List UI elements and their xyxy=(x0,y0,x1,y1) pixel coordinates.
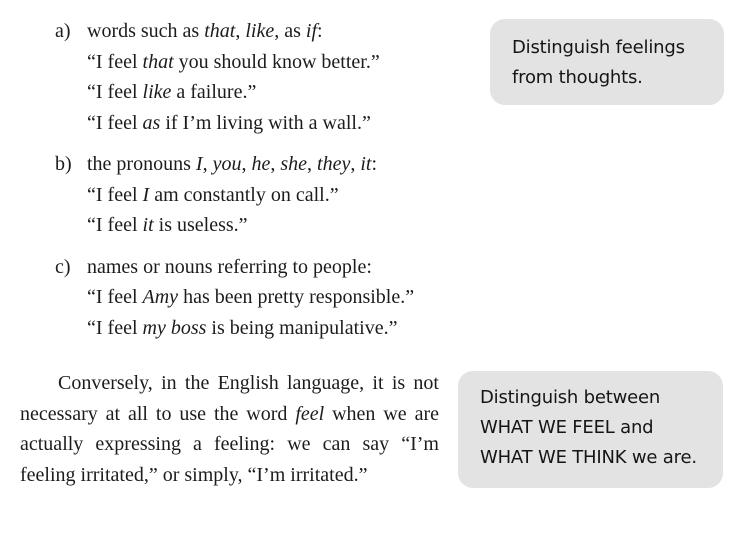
text-run: like xyxy=(142,81,172,103)
list-item-c: c) names or nouns referring to people: “… xyxy=(55,252,495,344)
text-run: , xyxy=(235,20,246,42)
margin-note: Distinguish feelings from thoughts. xyxy=(490,19,724,105)
text-run: I xyxy=(195,153,203,175)
margin-note-line: WHAT WE FEEL and xyxy=(480,417,654,438)
text-run: “I feel xyxy=(87,286,143,308)
text-run: “I feel xyxy=(87,214,143,236)
text-run: if xyxy=(305,20,318,42)
list-item-b: b) the pronouns I, you, he, she, they, i… xyxy=(55,149,495,241)
text-run: if I’m living with a wall.” xyxy=(160,111,371,134)
list-marker: b) xyxy=(55,153,72,175)
text-run: my boss xyxy=(142,316,207,339)
text-run: Amy xyxy=(142,286,179,308)
text-run: feel xyxy=(295,402,325,425)
text-run: that xyxy=(204,20,236,42)
text-run: : xyxy=(317,20,323,42)
text-run: is being manipulative.” xyxy=(206,316,398,339)
text-run: , xyxy=(307,153,318,175)
list-item-lead: words such as that, like, as if: xyxy=(87,16,495,47)
text-run: she xyxy=(280,153,308,175)
list-item-a: a) words such as that, like, as if: “I f… xyxy=(55,16,495,138)
text-run: “I feel xyxy=(87,81,143,103)
list-marker: a) xyxy=(55,20,71,42)
margin-note-line: from thoughts. xyxy=(512,67,643,88)
list-marker: c) xyxy=(55,255,71,278)
example-quote: “I feel as if I’m living with a wall.” xyxy=(87,108,495,139)
text-run: “I feel xyxy=(87,183,143,206)
example-quote: “I feel Amy has been pretty responsible.… xyxy=(87,282,495,313)
margin-note-line: WHAT WE THINK we are. xyxy=(480,447,697,468)
list-item-lead: the pronouns I, you, he, she, they, it: xyxy=(87,149,495,180)
margin-note-line: Distinguish between xyxy=(480,387,661,408)
text-run: , xyxy=(270,153,281,175)
list-item-lead: names or nouns referring to people: xyxy=(87,255,372,278)
text-run: as xyxy=(142,111,161,134)
example-quote: “I feel that you should know better.” xyxy=(87,47,495,78)
body-paragraph: Conversely, in the English language, it … xyxy=(20,368,439,490)
example-quote: “I feel I am constantly on call.” xyxy=(87,180,495,211)
text-run: you should know better.” xyxy=(173,50,380,73)
text-run: , xyxy=(202,153,213,175)
text-run: that xyxy=(142,50,174,73)
text-run: “I feel xyxy=(87,316,143,339)
text-run: like xyxy=(245,20,275,42)
text-run: “I feel xyxy=(87,50,143,73)
text-run: “I feel xyxy=(87,111,143,134)
text-run: words such as xyxy=(87,20,205,42)
text-run: it xyxy=(360,153,372,175)
margin-note: Distinguish between WHAT WE FEEL and WHA… xyxy=(458,371,723,488)
text-run: it xyxy=(142,214,154,236)
text-run: , xyxy=(241,153,252,175)
text-run: the pronouns xyxy=(87,153,196,175)
text-run: : xyxy=(371,153,378,175)
text-run: is useless.” xyxy=(153,214,248,236)
example-quote: “I feel like a failure.” xyxy=(87,77,495,108)
text-run: , xyxy=(350,153,361,175)
example-quote: “I feel it is useless.” xyxy=(87,210,495,241)
text-run: am constantly on call.” xyxy=(149,183,339,206)
text-run: you xyxy=(212,153,242,175)
text-run: they xyxy=(317,153,351,175)
text-run: a failure.” xyxy=(171,81,257,103)
text-run: , as xyxy=(274,20,306,42)
margin-note-line: Distinguish feelings xyxy=(512,37,685,58)
text-run: he xyxy=(251,153,271,175)
example-list: a) words such as that, like, as if: “I f… xyxy=(55,16,495,354)
text-run: has been pretty responsible.” xyxy=(178,286,415,308)
example-quote: “I feel my boss is being manipulative.” xyxy=(87,313,495,344)
